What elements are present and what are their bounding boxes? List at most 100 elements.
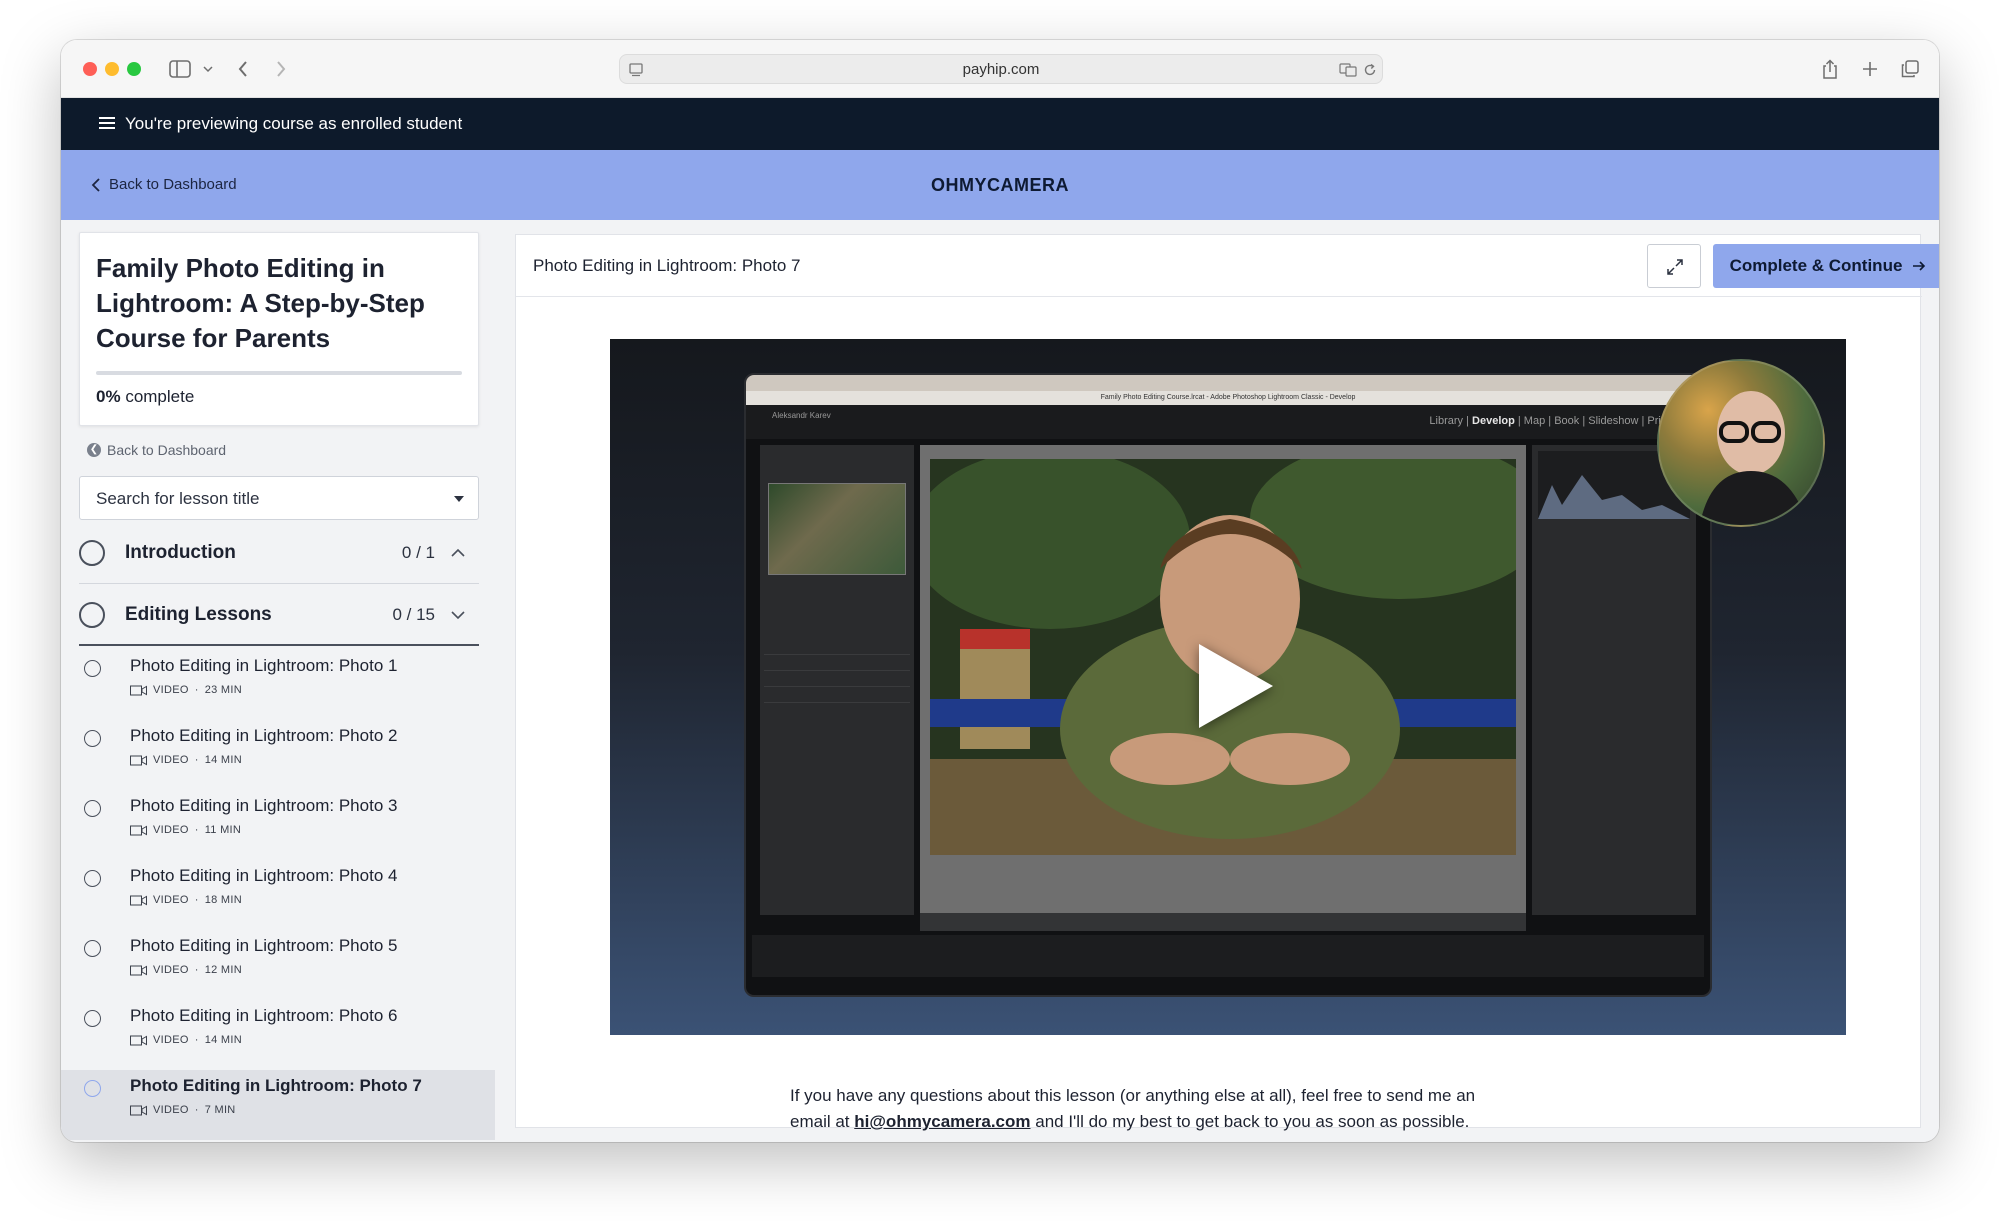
lesson-item-title: Photo Editing in Lightroom: Photo 6	[130, 1006, 398, 1025]
tab-overview-icon[interactable]	[1899, 56, 1921, 82]
module-library: Library	[1429, 415, 1464, 427]
lesson-item-title: Photo Editing in Lightroom: Photo 7	[130, 1076, 422, 1095]
lesson-item[interactable]: Photo Editing in Lightroom: Photo 6 VIDEO…	[61, 1000, 495, 1070]
lesson-status-circle-icon[interactable]	[84, 1080, 101, 1097]
new-tab-icon[interactable]	[1859, 56, 1881, 82]
section-introduction[interactable]: Introduction 0 / 1	[79, 522, 479, 584]
chevron-up-icon[interactable]	[449, 544, 467, 562]
lesson-item[interactable]: Photo Editing in Lightroom: Photo 1 VIDEO…	[61, 650, 495, 720]
progress-bar	[96, 371, 462, 375]
brand-logo-text[interactable]: OHMYCAMERA	[61, 150, 1939, 220]
video-panel-row	[764, 689, 910, 703]
browser-window: payhip.com You're previewing course as e…	[61, 40, 1939, 1142]
video-presenter-webcam	[1657, 359, 1825, 527]
translate-icon[interactable]	[1338, 61, 1358, 79]
progress-suffix: complete	[125, 387, 195, 406]
video-panel-row	[764, 657, 910, 671]
lesson-item-type: VIDEO	[153, 894, 189, 906]
video-lightroom-filmstrip	[752, 935, 1704, 977]
description-suffix: and I'll do my best to get back to you a…	[1030, 1112, 1470, 1131]
video-lightroom-user: Aleksandr Karev	[772, 411, 831, 420]
video-camera-icon	[130, 685, 147, 695]
lesson-item[interactable]: Photo Editing in Lightroom: Photo 2 VIDEO…	[61, 720, 495, 790]
sidebar-back-to-dashboard-link[interactable]: ❮ Back to Dashboard	[87, 442, 226, 458]
chevron-down-icon[interactable]	[201, 56, 215, 82]
progress-value: 0%	[96, 387, 121, 406]
lesson-description: If you have any questions about this les…	[790, 1083, 1650, 1135]
section-status-circle-icon	[79, 602, 105, 628]
lesson-status-circle-icon[interactable]	[84, 940, 101, 957]
caret-down-icon	[454, 496, 464, 502]
hamburger-menu-icon[interactable]	[99, 114, 115, 134]
lesson-item[interactable]: Photo Editing in Lightroom: Photo 7 VIDEO…	[61, 1070, 495, 1140]
video-camera-icon	[130, 965, 147, 975]
section-count: 0 / 1	[401, 543, 435, 562]
back-circle-icon: ❮	[87, 443, 101, 457]
close-window-button[interactable]	[83, 62, 97, 76]
lesson-item[interactable]: Photo Editing in Lightroom: Photo 4 VIDEO…	[61, 860, 495, 930]
video-camera-icon	[130, 1035, 147, 1045]
lesson-item-meta: VIDEO · 14 MIN	[130, 1034, 242, 1046]
meta-separator: ·	[194, 684, 199, 696]
video-lightroom-modules: Library | Develop | Map | Book | Slidesh…	[1429, 415, 1670, 427]
video-player[interactable]: Family Photo Editing Course.lrcat - Adob…	[610, 339, 1846, 1035]
minimize-window-button[interactable]	[105, 62, 119, 76]
meta-separator: ·	[194, 824, 199, 836]
meta-separator: ·	[194, 1034, 199, 1046]
lesson-description-line-2: email at hi@ohmycamera.com and I'll do m…	[790, 1109, 1650, 1135]
meta-separator: ·	[194, 754, 199, 766]
video-window-title: Family Photo Editing Course.lrcat - Adob…	[746, 391, 1710, 405]
share-icon[interactable]	[1819, 56, 1841, 82]
section-editing-lessons[interactable]: Editing Lessons 0 / 15	[79, 584, 479, 646]
complete-button-label: Complete & Continue	[1729, 256, 1903, 275]
chevron-down-icon[interactable]	[449, 606, 467, 624]
lesson-item-title: Photo Editing in Lightroom: Photo 2	[130, 726, 398, 745]
lesson-item-type: VIDEO	[153, 684, 189, 696]
module-map: Map	[1523, 415, 1546, 427]
video-panel-row	[764, 673, 910, 687]
sidebar-toggle-icon[interactable]	[167, 56, 193, 82]
lesson-status-circle-icon[interactable]	[84, 870, 101, 887]
course-progress-card: Family Photo Editing in Lightroom: A Ste…	[79, 232, 479, 426]
expand-icon	[1667, 259, 1683, 275]
lesson-search-placeholder: Search for lesson title	[96, 489, 260, 508]
lesson-status-circle-icon[interactable]	[84, 800, 101, 817]
video-lightroom-topbar: Aleksandr Karev Library | Develop | Map …	[746, 405, 1710, 439]
section-name: Introduction	[125, 542, 236, 563]
complete-and-continue-button[interactable]: Complete & Continue	[1713, 244, 1939, 288]
lesson-search-select[interactable]: Search for lesson title	[79, 476, 479, 520]
lesson-item-duration: 14 MIN	[204, 754, 242, 766]
forward-arrow-icon[interactable]	[271, 56, 291, 82]
module-develop: Develop	[1472, 415, 1515, 427]
meta-separator: ·	[194, 894, 199, 906]
lesson-item-meta: VIDEO · 11 MIN	[130, 824, 241, 836]
lesson-item-type: VIDEO	[153, 1104, 189, 1116]
back-arrow-icon[interactable]	[233, 56, 253, 82]
zoom-window-button[interactable]	[127, 62, 141, 76]
lesson-status-circle-icon[interactable]	[84, 1010, 101, 1027]
expand-button[interactable]	[1647, 244, 1701, 288]
lesson-status-circle-icon[interactable]	[84, 730, 101, 747]
section-count: 0 / 15	[392, 605, 435, 624]
presenter-avatar	[1699, 391, 1808, 525]
site-header: Back to Dashboard OHMYCAMERA	[61, 150, 1939, 220]
lesson-item-duration: 11 MIN	[204, 824, 242, 836]
video-camera-icon	[130, 1105, 147, 1115]
email-link[interactable]: hi@ohmycamera.com	[854, 1112, 1030, 1131]
play-icon[interactable]	[1199, 644, 1273, 728]
video-lightroom-left-panel	[760, 445, 914, 915]
lesson-item-type: VIDEO	[153, 824, 189, 836]
description-prefix: email at	[790, 1112, 855, 1131]
lesson-item[interactable]: Photo Editing in Lightroom: Photo 3 VIDEO…	[61, 790, 495, 860]
lesson-item[interactable]: Photo Editing in Lightroom: Photo 5 VIDEO…	[61, 930, 495, 1000]
address-bar[interactable]: payhip.com	[619, 54, 1383, 84]
lesson-item-title: Photo Editing in Lightroom: Photo 1	[130, 656, 398, 675]
lesson-status-circle-icon[interactable]	[84, 660, 101, 677]
section-status-circle-icon	[79, 540, 105, 566]
section-name: Editing Lessons	[125, 604, 272, 625]
lesson-item-duration: 18 MIN	[204, 894, 242, 906]
meta-separator: ·	[194, 1104, 199, 1116]
meta-separator: ·	[194, 964, 199, 976]
reload-icon[interactable]	[1362, 61, 1378, 79]
lesson-item-type: VIDEO	[153, 1034, 189, 1046]
